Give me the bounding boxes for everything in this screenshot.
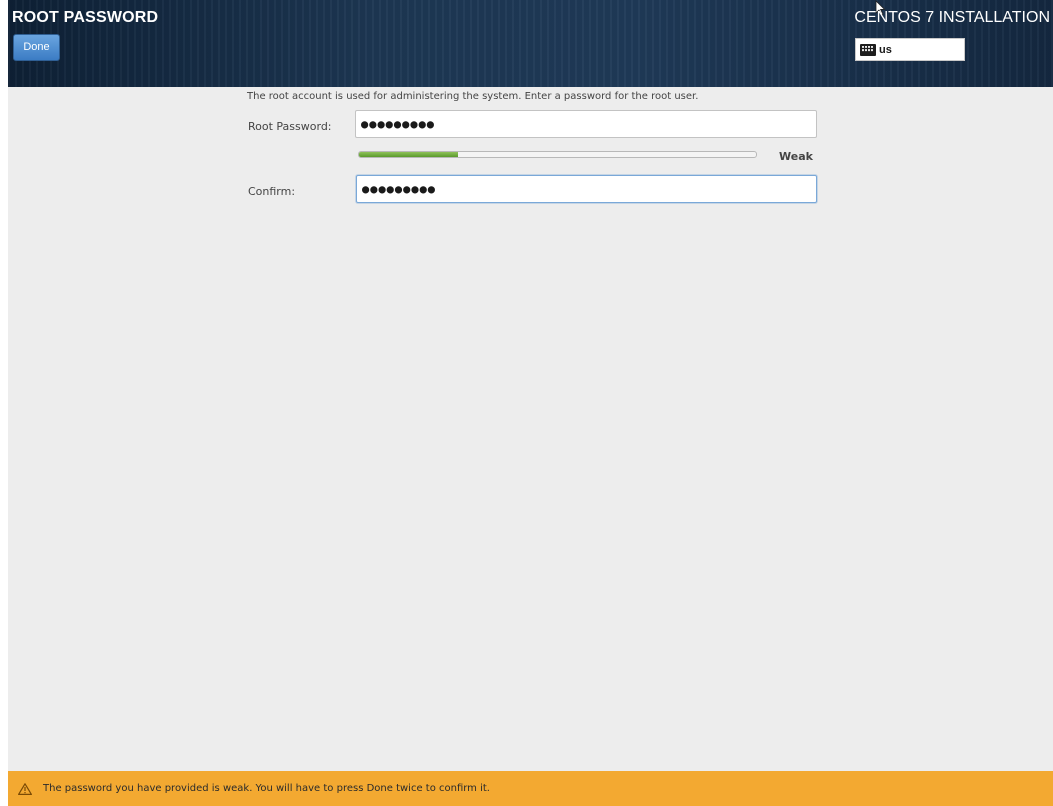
keyboard-layout-indicator[interactable]: us [855, 38, 965, 61]
content-area: The root account is used for administeri… [8, 87, 1053, 771]
root-password-input[interactable]: ●●●●●●●●● [355, 110, 817, 138]
keyboard-layout-label: us [879, 43, 892, 56]
password-strength-fill [359, 152, 459, 157]
password-strength-bar [358, 151, 757, 158]
warning-bar: The password you have provided is weak. … [8, 771, 1053, 806]
intro-text: The root account is used for administeri… [247, 91, 699, 102]
confirm-password-input[interactable]: ●●●●●●●●● [356, 175, 817, 203]
warning-icon [18, 782, 32, 795]
done-button[interactable]: Done [13, 34, 60, 61]
password-strength-label: Weak [779, 150, 813, 163]
installer-screen: ROOT PASSWORD Done CENTOS 7 INSTALLATION… [0, 0, 1053, 806]
root-password-label: Root Password: [248, 120, 332, 133]
keyboard-icon [860, 43, 876, 56]
warning-message: The password you have provided is weak. … [43, 783, 490, 794]
confirm-label: Confirm: [248, 185, 296, 198]
page-title: ROOT PASSWORD [12, 9, 159, 26]
product-title: CENTOS 7 INSTALLATION [854, 9, 1050, 26]
